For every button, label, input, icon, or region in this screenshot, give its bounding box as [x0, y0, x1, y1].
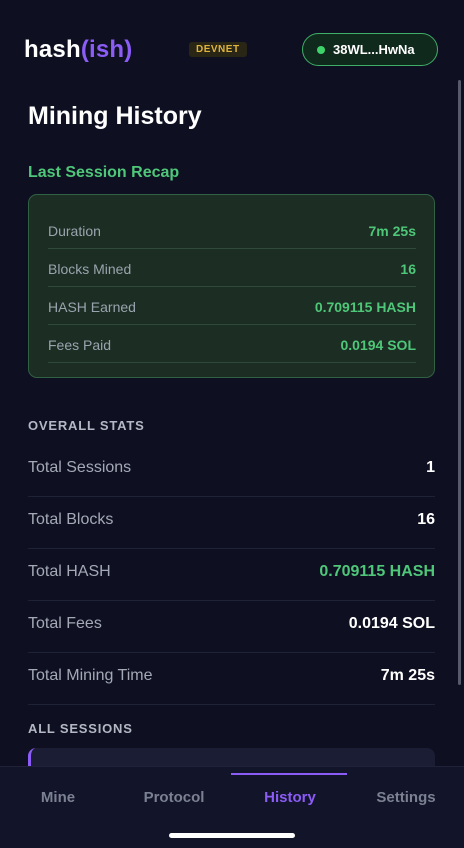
stat-value: 7m 25s: [380, 667, 435, 684]
recap-label: Duration: [48, 223, 101, 239]
app-header: hash(ish) DEVNET 38WL...HwNa: [0, 0, 464, 96]
tab-history[interactable]: History: [232, 789, 348, 806]
stat-value: 1: [426, 459, 435, 476]
recap-title: Last Session Recap: [28, 164, 180, 181]
tab-protocol[interactable]: Protocol: [116, 789, 232, 806]
stat-row-total-sessions: Total Sessions 1: [28, 445, 435, 497]
recap-value: 0.0194 SOL: [340, 337, 417, 353]
recap-row-fees: Fees Paid 0.0194 SOL: [48, 325, 416, 363]
recap-row-blocks: Blocks Mined 16: [48, 249, 416, 287]
logo-accent: (ish): [80, 36, 133, 63]
recap-value: 7m 25s: [368, 223, 416, 239]
recap-value: 16: [400, 261, 416, 277]
status-dot-icon: [317, 46, 325, 54]
recap-label: Fees Paid: [48, 337, 112, 353]
mining-history-screen: hash(ish) DEVNET 38WL...HwNa Mining Hist…: [0, 0, 464, 848]
home-indicator: [169, 833, 295, 838]
stat-label: Total HASH: [28, 563, 111, 580]
stat-value: 16: [417, 511, 435, 528]
active-tab-indicator: [231, 773, 347, 775]
app-logo: hash(ish): [24, 36, 133, 64]
recap-label: HASH Earned: [48, 299, 136, 315]
recap-row-duration: Duration 7m 25s: [48, 211, 416, 249]
wallet-address: 38WL...HwNa: [333, 42, 415, 57]
stat-row-total-fees: Total Fees 0.0194 SOL: [28, 601, 435, 653]
all-sessions-heading: ALL SESSIONS: [28, 721, 133, 736]
network-badge: DEVNET: [189, 42, 247, 57]
scrollbar[interactable]: [458, 80, 461, 685]
tab-mine[interactable]: Mine: [0, 789, 116, 806]
stat-row-total-blocks: Total Blocks 16: [28, 497, 435, 549]
stat-value: 0.0194 SOL: [348, 615, 435, 632]
stat-label: Total Sessions: [28, 459, 132, 476]
tab-settings[interactable]: Settings: [348, 789, 464, 806]
stat-label: Total Mining Time: [28, 667, 153, 684]
stat-row-total-mining-time: Total Mining Time 7m 25s: [28, 653, 435, 705]
recap-value: 0.709115 HASH: [314, 299, 416, 315]
stat-row-total-hash: Total HASH 0.709115 HASH: [28, 549, 435, 601]
logo-main: hash: [24, 36, 81, 63]
overall-stats-heading: OVERALL STATS: [28, 418, 145, 433]
stat-label: Total Blocks: [28, 511, 114, 528]
stat-label: Total Fees: [28, 615, 102, 632]
stat-value: 0.709115 HASH: [319, 563, 435, 580]
page-title: Mining History: [28, 102, 202, 130]
wallet-button[interactable]: 38WL...HwNa: [302, 33, 438, 66]
recap-row-hash-earned: HASH Earned 0.709115 HASH: [48, 287, 416, 325]
recap-card: Duration 7m 25s Blocks Mined 16 HASH Ear…: [28, 194, 435, 378]
recap-label: Blocks Mined: [48, 261, 132, 277]
